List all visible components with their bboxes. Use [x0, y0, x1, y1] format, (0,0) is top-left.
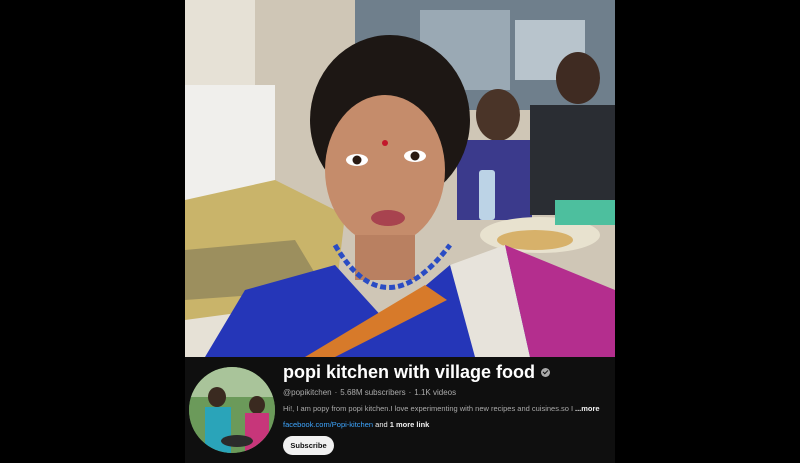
channel-video-player[interactable]	[185, 0, 615, 357]
subscribe-button[interactable]: Subscribe	[283, 436, 334, 455]
description-text: Hi!, I am popy from popi kitchen.I love …	[283, 404, 573, 413]
channel-header: popi kitchen with village food @popikitc…	[185, 357, 615, 463]
channel-title: popi kitchen with village food	[283, 362, 551, 383]
channel-links: facebook.com/Popi-kitchen and 1 more lin…	[283, 420, 429, 429]
more-links-button[interactable]: 1 more link	[390, 420, 430, 429]
channel-page: popi kitchen with village food @popikitc…	[185, 0, 615, 463]
channel-meta: @popikitchen · 5.68M subscribers · 1.1K vide…	[283, 388, 456, 397]
channel-title-text: popi kitchen with village food	[283, 362, 536, 382]
subscriber-count: 5.68M subscribers	[340, 388, 406, 397]
video-count: 1.1K videos	[414, 388, 457, 397]
meta-separator: ·	[408, 388, 412, 397]
facebook-link[interactable]: facebook.com/Popi-kitchen	[283, 420, 373, 429]
video-frame-image	[185, 0, 615, 357]
links-separator: and	[373, 420, 390, 429]
meta-separator: ·	[334, 388, 338, 397]
channel-description[interactable]: Hi!, I am popy from popi kitchen.I love …	[283, 404, 608, 413]
channel-avatar[interactable]	[189, 367, 275, 453]
verified-badge-icon	[541, 367, 551, 377]
description-more-button[interactable]: ...more	[575, 404, 600, 413]
avatar-image	[189, 367, 275, 453]
channel-handle: @popikitchen	[283, 388, 332, 397]
